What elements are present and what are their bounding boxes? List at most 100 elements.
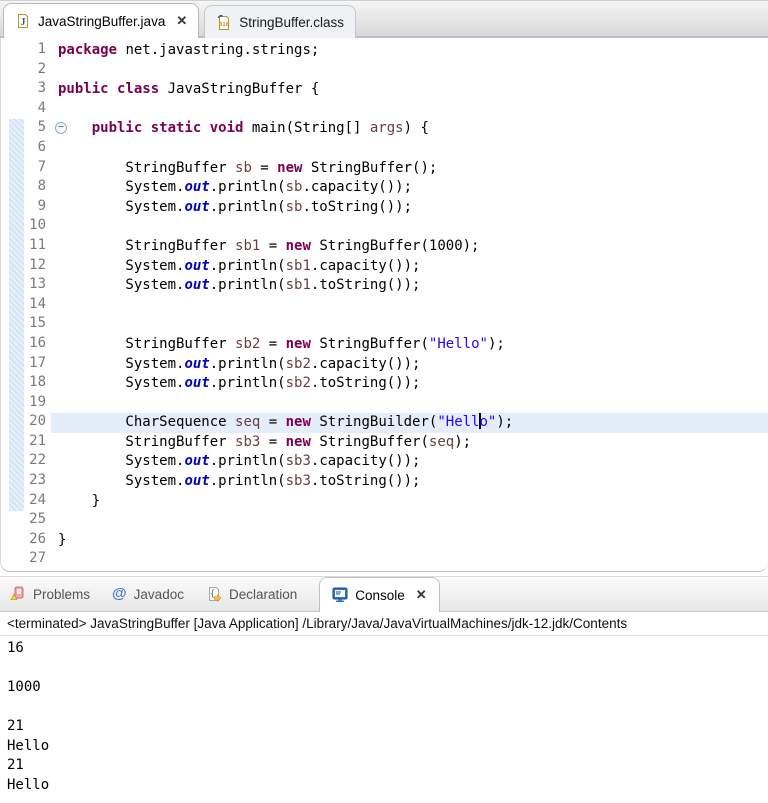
declaration-icon: { (206, 586, 222, 602)
code-token: .toString()); (311, 277, 421, 293)
tab-stringbuffer-class[interactable]: 010 StringBuffer.class (204, 5, 356, 38)
line-number[interactable]: 20 (1, 413, 51, 433)
code-line[interactable] (51, 100, 768, 120)
code-token: } (58, 532, 66, 548)
line-number-gutter[interactable]: 12345−6789101112131415161718192021222324… (1, 38, 51, 571)
line-number[interactable]: 25 (1, 511, 51, 531)
code-line[interactable]: System.out.println(sb.toString()); (51, 198, 768, 218)
tab-problems[interactable]: Problems (10, 586, 90, 602)
editor-tabbar: J JavaStringBuffer.java ✕ 010 StringBuff… (0, 0, 768, 38)
code-token: sb (235, 160, 252, 176)
code-token: o" (480, 414, 497, 430)
code-token: .println( (210, 453, 286, 469)
code-line[interactable]: public class JavaStringBuffer { (51, 80, 768, 100)
line-number[interactable]: 11 (1, 237, 51, 257)
code-token: public class (58, 81, 159, 97)
code-line[interactable]: public static void main(String[] args) { (51, 119, 768, 139)
code-token: .capacity()); (302, 179, 412, 195)
line-number[interactable]: 17 (1, 355, 51, 375)
line-number[interactable]: 13 (1, 276, 51, 296)
line-number[interactable]: 21 (1, 433, 51, 453)
tab-declaration[interactable]: { Declaration (206, 586, 297, 602)
line-number[interactable]: 14 (1, 296, 51, 316)
code-line[interactable]: System.out.println(sb3.toString()); (51, 472, 768, 492)
code-line[interactable] (51, 394, 768, 414)
code-token: = (252, 160, 277, 176)
console-line: 21 (7, 756, 768, 776)
line-number[interactable]: 5− (1, 119, 51, 139)
code-line[interactable]: StringBuffer sb1 = new StringBuffer(1000… (51, 237, 768, 257)
code-token: .toString()); (302, 199, 412, 215)
line-number[interactable]: 26 (1, 531, 51, 551)
problems-icon (10, 586, 26, 602)
code-line[interactable] (51, 139, 768, 159)
code-line[interactable]: System.out.println(sb2.capacity()); (51, 355, 768, 375)
line-number[interactable]: 22 (1, 452, 51, 472)
line-number[interactable]: 12 (1, 257, 51, 277)
code-line[interactable]: } (51, 492, 768, 512)
code-line[interactable]: System.out.println(sb1.capacity()); (51, 257, 768, 277)
line-number[interactable]: 27 (1, 550, 51, 570)
code-line[interactable]: System.out.println(sb.capacity()); (51, 178, 768, 198)
code-line[interactable] (51, 550, 768, 570)
line-number[interactable]: 9 (1, 198, 51, 218)
code-line-current[interactable]: CharSequence seq = new StringBuilder("He… (51, 413, 768, 433)
line-number[interactable]: 19 (1, 394, 51, 414)
line-number[interactable]: 23 (1, 472, 51, 492)
code-line[interactable]: System.out.println(sb3.capacity()); (51, 452, 768, 472)
tab-javadoc[interactable]: @ Javadoc (112, 586, 184, 602)
tab-console[interactable]: Console ✕ (319, 577, 439, 612)
console-line: 1000 (7, 678, 768, 698)
line-number[interactable]: 16 (1, 335, 51, 355)
code-line[interactable]: package net.javastring.strings; (51, 41, 768, 61)
code-token: new (286, 434, 311, 450)
line-number[interactable]: 6 (1, 139, 51, 159)
close-icon[interactable]: ✕ (176, 13, 187, 29)
code-token: CharSequence (58, 414, 235, 430)
line-number[interactable]: 15 (1, 315, 51, 335)
line-number[interactable]: 2 (1, 61, 51, 81)
tab-label: Problems (33, 587, 90, 602)
close-icon[interactable]: ✕ (416, 587, 427, 603)
code-line[interactable] (51, 296, 768, 316)
code-area[interactable]: package net.javastring.strings; public cl… (51, 38, 768, 571)
console-line: 21 (7, 717, 768, 737)
code-line[interactable]: StringBuffer sb = new StringBuffer(); (51, 159, 768, 179)
line-number[interactable]: 1 (1, 41, 51, 61)
code-token: .println( (210, 473, 286, 489)
code-token: .println( (210, 375, 286, 391)
line-number[interactable]: 10 (1, 217, 51, 237)
code-line[interactable]: StringBuffer sb3 = new StringBuffer(seq)… (51, 433, 768, 453)
code-editor[interactable]: 12345−6789101112131415161718192021222324… (0, 38, 768, 572)
tab-javastringbuffer-java[interactable]: J JavaStringBuffer.java ✕ (3, 3, 199, 38)
code-line[interactable]: System.out.println(sb2.toString()); (51, 374, 768, 394)
code-token: public static void (92, 120, 244, 136)
line-number[interactable]: 4 (1, 100, 51, 120)
code-token: net.javastring.strings; (117, 42, 319, 58)
line-number[interactable]: 7 (1, 159, 51, 179)
code-token: StringBuffer (58, 160, 235, 176)
code-token: "Hello" (429, 336, 488, 352)
code-token: .println( (210, 277, 286, 293)
code-line[interactable]: System.out.println(sb1.toString()); (51, 276, 768, 296)
code-token: .println( (210, 356, 286, 372)
code-line[interactable] (51, 315, 768, 335)
console-output[interactable]: 16100021Hello21Hello (0, 636, 768, 795)
code-line[interactable] (51, 61, 768, 81)
code-line[interactable]: } (51, 531, 768, 551)
line-number[interactable]: 18 (1, 374, 51, 394)
code-token: StringBuffer(); (302, 160, 437, 176)
line-number[interactable]: 24 (1, 492, 51, 512)
code-token: new (286, 336, 311, 352)
code-token: new (286, 238, 311, 254)
code-line[interactable] (51, 217, 768, 237)
code-token: = (260, 434, 285, 450)
code-line[interactable] (51, 511, 768, 531)
code-token: System. (58, 473, 184, 489)
code-token: StringBuilder( (311, 414, 437, 430)
console-icon (332, 587, 348, 603)
code-line[interactable]: StringBuffer sb2 = new StringBuffer("Hel… (51, 335, 768, 355)
code-token: out (184, 375, 209, 391)
line-number[interactable]: 3 (1, 80, 51, 100)
line-number[interactable]: 8 (1, 178, 51, 198)
